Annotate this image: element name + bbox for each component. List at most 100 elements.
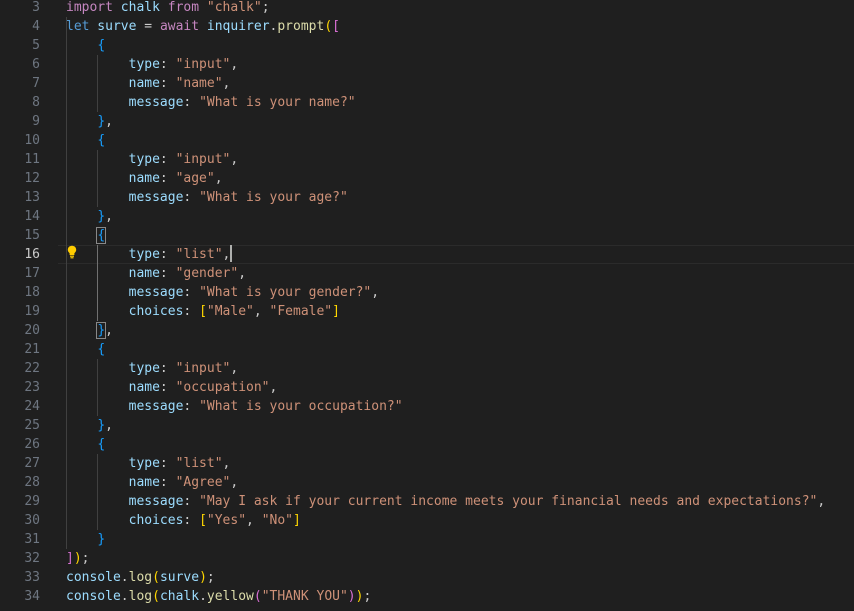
code-token: ,	[238, 266, 247, 281]
code-line[interactable]: 18 message: "What is your gender?",	[0, 283, 854, 302]
code-line[interactable]: 19 choices: ["Male", "Female"]	[0, 302, 854, 321]
code-line[interactable]: 22 type: "input",	[0, 359, 854, 378]
code-line[interactable]: 29 message: "May I ask if your current i…	[0, 492, 854, 511]
code-token: .	[199, 589, 207, 604]
line-number: 33	[24, 570, 40, 585]
code-line[interactable]: 9 },	[0, 112, 854, 131]
code-token: console	[66, 570, 121, 585]
line-number: 8	[32, 95, 40, 110]
code-token: (	[152, 589, 160, 604]
code-token: .	[120, 570, 129, 585]
code-text: let surve = await inquirer.prompt([	[66, 17, 340, 36]
code-line[interactable]: 27 type: "list",	[0, 454, 854, 473]
code-token: inquirer	[199, 19, 270, 34]
code-token: ;	[261, 0, 270, 15]
code-line[interactable]: 30 choices: ["Yes", "No"]	[0, 511, 854, 530]
code-line[interactable]: 4 let surve = await inquirer.prompt([	[0, 17, 854, 36]
code-token: "Agree"	[175, 475, 231, 490]
code-token: "gender"	[175, 266, 239, 281]
code-line[interactable]: 23 name: "occupation",	[0, 378, 854, 397]
code-text: message: "What is your age?"	[66, 188, 348, 207]
indent-guide	[66, 17, 67, 549]
code-token: name	[66, 475, 160, 490]
code-line[interactable]: 11 type: "input",	[0, 150, 854, 169]
code-token: :	[183, 95, 200, 110]
code-token: "list"	[175, 456, 223, 471]
code-token: :	[159, 171, 176, 186]
code-token: message	[66, 190, 184, 205]
code-token: "No"	[261, 513, 293, 528]
code-line[interactable]: 25 },	[0, 416, 854, 435]
code-line[interactable]: 14 },	[0, 207, 854, 226]
code-line[interactable]: 20 },	[0, 321, 854, 340]
code-token: ,	[817, 494, 826, 509]
code-token: surve	[89, 19, 145, 34]
line-number: 28	[24, 475, 40, 490]
code-line[interactable]: 6 type: "input",	[0, 55, 854, 74]
code-line[interactable]: 26 {	[0, 435, 854, 454]
lightbulb-icon[interactable]	[67, 245, 77, 259]
code-text: name: "Agree",	[66, 473, 239, 492]
code-token: :	[183, 190, 200, 205]
indent-guide	[97, 245, 98, 321]
code-line[interactable]: 13 message: "What is your age?"	[0, 188, 854, 207]
code-token: ,	[253, 304, 270, 319]
code-token: await	[159, 19, 200, 34]
code-line[interactable]: 16 type: "list",	[0, 245, 854, 264]
code-token: )	[347, 589, 356, 604]
code-line[interactable]: 7 name: "name",	[0, 74, 854, 93]
code-token: surve	[159, 570, 200, 585]
code-token: log	[128, 570, 153, 585]
code-token: "name"	[175, 76, 223, 91]
code-token: "Yes"	[206, 513, 247, 528]
code-line[interactable]: 3 import chalk from "chalk";	[0, 0, 854, 17]
code-token: "occupation"	[175, 380, 270, 395]
code-text: message: "What is your name?"	[66, 93, 356, 112]
code-line[interactable]: 15 {	[0, 226, 854, 245]
code-token: ,	[105, 209, 113, 224]
code-line[interactable]: 12 name: "age",	[0, 169, 854, 188]
line-number: 34	[24, 589, 40, 604]
line-number: 20	[24, 323, 40, 338]
code-token: :	[159, 361, 176, 376]
code-line[interactable]: 17 name: "gender",	[0, 264, 854, 283]
code-text: {	[66, 340, 105, 359]
code-token: :	[159, 247, 176, 262]
code-line[interactable]: 33 console.log(surve);	[0, 568, 854, 587]
code-line[interactable]: 32]);	[0, 549, 854, 568]
code-text: message: "May I ask if your current inco…	[66, 492, 826, 511]
matched-bracket: {	[96, 227, 107, 244]
line-number: 4	[32, 19, 40, 34]
code-line[interactable]: 10 {	[0, 131, 854, 150]
line-number: 27	[24, 456, 40, 471]
code-line[interactable]: 34 console.log(chalk.yellow("THANK YOU"))…	[0, 587, 854, 606]
code-editor[interactable]: 3 import chalk from "chalk"; 4 let surve = …	[0, 0, 854, 611]
code-token: }	[97, 114, 106, 129]
code-token: "What is your gender?"	[199, 285, 372, 300]
code-token: :	[183, 304, 200, 319]
code-token: message	[66, 95, 184, 110]
code-line[interactable]: 8 message: "What is your name?"	[0, 93, 854, 112]
code-token: "input"	[175, 152, 231, 167]
code-token: }	[97, 418, 106, 433]
code-token: message	[66, 494, 184, 509]
code-token: yellow	[206, 589, 254, 604]
line-number: 6	[32, 57, 40, 72]
code-line[interactable]: 28 name: "Agree",	[0, 473, 854, 492]
code-line[interactable]: 21 {	[0, 340, 854, 359]
code-token: :	[159, 475, 176, 490]
code-line[interactable]: 24 message: "What is your occupation?"	[0, 397, 854, 416]
code-line[interactable]: 5 {	[0, 36, 854, 55]
code-token: ,	[214, 171, 223, 186]
code-token: "chalk"	[206, 0, 262, 15]
line-number: 13	[24, 190, 40, 205]
line-number: 9	[32, 114, 40, 129]
code-token: (	[152, 570, 160, 585]
code-line[interactable]: 31 }	[0, 530, 854, 549]
